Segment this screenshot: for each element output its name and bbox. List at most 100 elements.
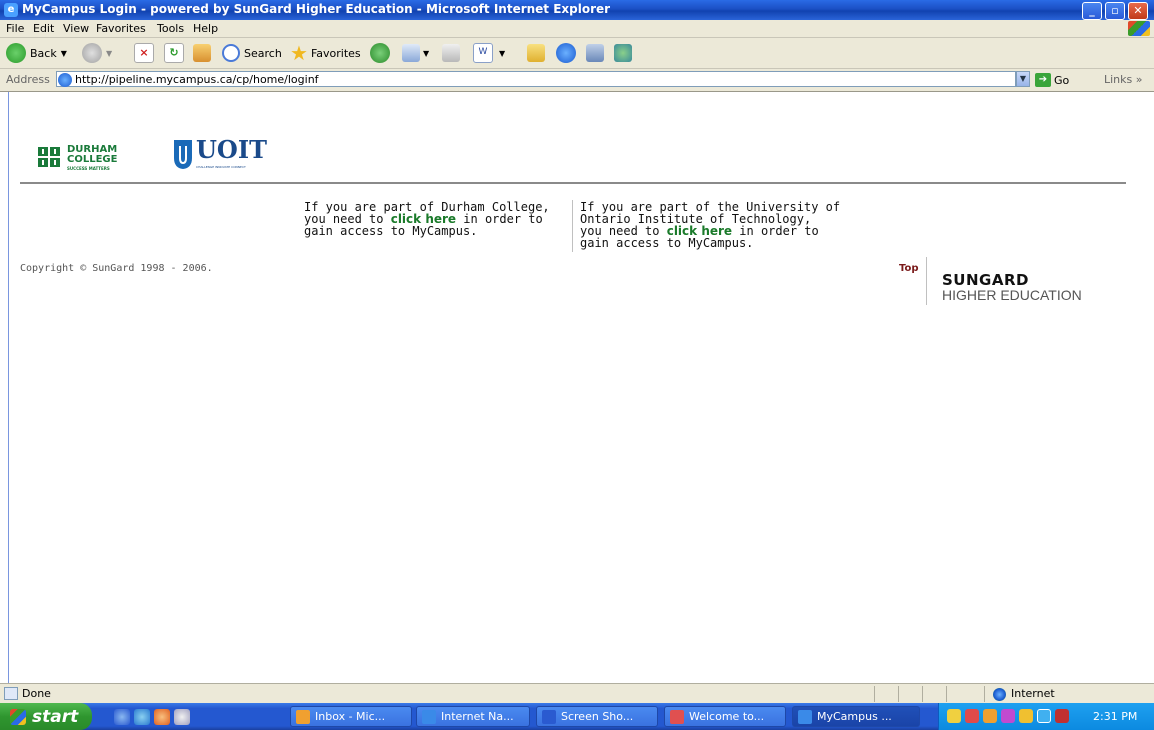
durham-msg-line: gain access to MyCampus. (304, 224, 478, 238)
tray-antivirus-icon[interactable] (1055, 709, 1069, 723)
header-rule (20, 182, 1126, 184)
tray-outlook-icon[interactable] (983, 709, 997, 723)
go-button[interactable]: ➔ Go (1035, 72, 1069, 88)
maximize-button[interactable]: ▫ (1105, 2, 1125, 20)
durham-logo-tagline: SUCCESS MATTERS (67, 166, 110, 171)
word-icon (542, 709, 556, 724)
print-button[interactable] (442, 42, 460, 64)
home-icon (193, 44, 211, 62)
column-divider (572, 200, 573, 252)
task-welcome[interactable]: Welcome to... (664, 706, 786, 727)
favorites-button[interactable]: ★ Favorites (290, 42, 361, 64)
uoit-logo-tagline: CHALLENGE INNOVATE CONNECT (196, 165, 246, 169)
task-label: Internet Na... (441, 710, 514, 723)
mail-icon (402, 44, 420, 62)
durham-college-logo[interactable]: DURHAM COLLEGE SUCCESS MATTERS (30, 140, 142, 177)
zone-text: Internet (1011, 687, 1055, 700)
title-bar: e MyCampus Login - powered by SunGard Hi… (0, 0, 1154, 20)
print-icon (442, 44, 460, 62)
forward-button[interactable]: ▼ (82, 42, 112, 64)
status-divider (898, 686, 899, 702)
tray-mail-icon[interactable] (947, 709, 961, 723)
menu-edit[interactable]: Edit (33, 22, 54, 35)
contacts-button[interactable] (614, 42, 632, 64)
uoit-logo-text: UOIT (196, 135, 267, 164)
menu-help[interactable]: Help (193, 22, 218, 35)
page-globe-icon (58, 73, 72, 87)
menu-file[interactable]: File (6, 22, 24, 35)
menu-view[interactable]: View (63, 22, 89, 35)
people-icon (614, 44, 632, 62)
refresh-button[interactable]: ↻ (164, 42, 184, 64)
messenger-button[interactable] (556, 42, 576, 64)
tray-messenger-icon[interactable] (1001, 709, 1015, 723)
task-internet-na[interactable]: Internet Na... (416, 706, 530, 727)
chevron-down-icon: ▼ (60, 48, 67, 58)
page-done-icon (4, 687, 18, 700)
folder-button[interactable] (527, 42, 545, 64)
tray-network-icon[interactable] (1037, 709, 1051, 723)
history-button[interactable] (370, 42, 390, 64)
search-button[interactable]: Search (222, 42, 282, 64)
back-button[interactable]: Back ▼ (6, 42, 67, 64)
quicklaunch-outlook-icon[interactable] (154, 709, 170, 725)
address-bar: Address http://pipeline.mycampus.ca/cp/h… (0, 69, 1154, 92)
task-mycampus[interactable]: MyCampus ... (792, 706, 920, 727)
links-label: Links (1104, 73, 1133, 86)
edit-button[interactable]: W ▼ (473, 42, 505, 64)
task-label: Inbox - Mic... (315, 710, 386, 723)
status-divider (984, 686, 985, 702)
task-label: MyCampus ... (817, 710, 892, 723)
start-button[interactable]: start (0, 703, 92, 730)
tray-app-icon[interactable] (965, 709, 979, 723)
search-label: Search (244, 46, 282, 60)
task-label: Screen Sho... (561, 710, 634, 723)
ie-icon (422, 709, 436, 724)
copyright-text: Copyright © SunGard 1998 - 2006. (20, 263, 213, 274)
forward-arrow-icon (82, 43, 102, 63)
research-button[interactable] (586, 42, 604, 64)
refresh-icon: ↻ (164, 43, 184, 63)
taskbar: start Inbox - Mic... Internet Na... Scre… (0, 703, 1154, 730)
research-icon (586, 44, 604, 62)
durham-logo-text-2: COLLEGE (67, 154, 118, 165)
minimize-button[interactable]: _ (1082, 2, 1102, 20)
menu-tools[interactable]: Tools (157, 22, 184, 35)
mail-button[interactable]: ▼ (402, 42, 429, 64)
stop-button[interactable]: × (134, 42, 154, 64)
status-text: Done (22, 687, 51, 700)
uoit-message: If you are part of the University of Ont… (580, 201, 870, 249)
quicklaunch-media-icon[interactable] (174, 709, 190, 725)
page-viewport (8, 92, 1147, 683)
address-input[interactable]: http://pipeline.mycampus.ca/cp/home/logi… (56, 71, 1016, 87)
stop-icon: × (134, 43, 154, 63)
windows-flag-icon (10, 708, 26, 725)
task-screen-shots[interactable]: Screen Sho... (536, 706, 658, 727)
status-divider (874, 686, 875, 702)
uoit-shield-icon (174, 140, 192, 169)
close-button[interactable]: ✕ (1128, 2, 1148, 20)
menu-favorites[interactable]: Favorites (96, 22, 146, 35)
quicklaunch-ie-icon[interactable] (114, 709, 130, 725)
start-label: start (32, 706, 79, 727)
sungard-divider (926, 257, 927, 305)
quicklaunch-desktop-icon[interactable] (134, 709, 150, 725)
word-icon: W (473, 43, 493, 63)
history-icon (370, 43, 390, 63)
top-link[interactable]: Top (899, 263, 919, 274)
system-tray: 2:31 PM (938, 703, 1154, 730)
task-inbox[interactable]: Inbox - Mic... (290, 706, 412, 727)
tray-volume-icon[interactable] (1019, 709, 1033, 723)
address-dropdown-button[interactable]: ▼ (1016, 71, 1030, 87)
windows-logo-icon (1128, 21, 1150, 36)
home-button[interactable] (193, 42, 211, 64)
chevron-down-icon: ▼ (499, 48, 506, 58)
outlook-icon (296, 709, 310, 724)
back-label: Back (30, 46, 57, 60)
status-divider (946, 686, 947, 702)
back-arrow-icon (6, 43, 26, 63)
welcome-icon (670, 709, 684, 724)
window-title: MyCampus Login - powered by SunGard High… (22, 2, 611, 16)
ie-icon (798, 709, 812, 724)
links-button[interactable]: Links » (1104, 73, 1143, 86)
